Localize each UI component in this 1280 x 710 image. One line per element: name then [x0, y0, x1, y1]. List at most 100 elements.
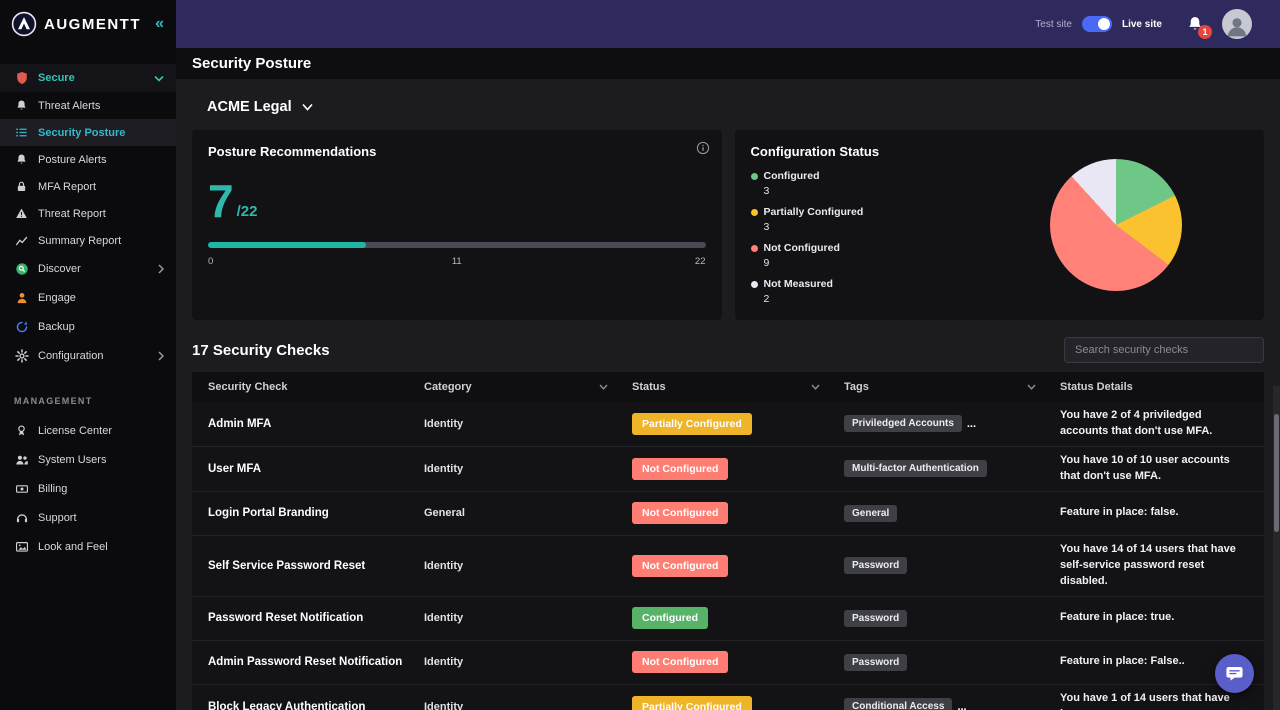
table-row[interactable]: Login Portal Branding General Not Config… [192, 492, 1264, 536]
security-check-tags-cell: Password [844, 610, 1060, 627]
info-icon[interactable] [696, 141, 710, 155]
column-header-category[interactable]: Category [424, 381, 632, 393]
sidebar-item-label: License Center [38, 425, 164, 437]
sidebar-item-discover[interactable]: Discover [0, 254, 176, 283]
scale-tick-max: 22 [695, 256, 706, 267]
discover-search-icon [14, 262, 29, 276]
sidebar-item-system-users[interactable]: System Users [0, 445, 176, 474]
sidebar-item-threat-report[interactable]: Threat Report [0, 200, 176, 227]
status-badge: Not Configured [632, 502, 728, 524]
security-check-tags-cell: Conditional Access ... [844, 698, 1060, 710]
security-check-status-cell: Not Configured [632, 458, 844, 480]
sidebar-item-label: System Users [38, 454, 164, 466]
security-check-status-cell: Partially Configured [632, 696, 844, 710]
status-details: You have 2 of 4 priviledged accounts tha… [1060, 402, 1252, 446]
sidebar-item-security-posture[interactable]: Security Posture [0, 119, 176, 146]
card-title: Posture Recommendations [208, 144, 706, 159]
sidebar-item-license-center[interactable]: License Center [0, 416, 176, 445]
sidebar-item-label: Threat Alerts [38, 100, 164, 112]
backup-refresh-icon [14, 320, 29, 334]
table-row[interactable]: Block Legacy Authentication Identity Par… [192, 685, 1264, 710]
sidebar-item-label: Discover [38, 263, 149, 275]
column-header-security-check: Security Check [208, 381, 424, 393]
status-badge: Not Configured [632, 458, 728, 480]
legend-label: Partially Configured [764, 206, 864, 218]
support-headset-icon [14, 511, 29, 525]
sidebar-item-backup[interactable]: Backup [0, 312, 176, 341]
posture-score: 7 [208, 181, 234, 222]
lock-icon [14, 180, 29, 193]
sidebar-item-label: Configuration [38, 350, 149, 362]
user-avatar[interactable] [1222, 9, 1252, 39]
legend-value: 2 [764, 293, 1249, 305]
table-row[interactable]: Self Service Password Reset Identity Not… [192, 536, 1264, 597]
bell-icon [14, 99, 29, 112]
site-mode-toggle[interactable] [1082, 16, 1112, 32]
sidebar-item-label: MFA Report [38, 181, 164, 193]
engage-person-icon [14, 291, 29, 305]
augmentt-logo-icon [11, 11, 37, 37]
search-input[interactable] [1064, 337, 1264, 363]
status-badge: Partially Configured [632, 696, 752, 710]
brand-header: AUGMENTT « [0, 0, 176, 48]
sidebar-item-secure[interactable]: Secure [0, 64, 176, 92]
config-pie-chart [1050, 159, 1182, 291]
security-check-tags-cell: Multi-factor Authentication [844, 460, 1060, 477]
sidebar-item-mfa-report[interactable]: MFA Report [0, 173, 176, 200]
sidebar-item-look-and-feel[interactable]: Look and Feel [0, 532, 176, 561]
security-checks-table: Security Check Category Status Tags Stat… [192, 372, 1264, 710]
sidebar-item-label: Billing [38, 483, 164, 495]
status-badge: Not Configured [632, 555, 728, 577]
column-label: Security Check [208, 381, 287, 393]
column-header-tags[interactable]: Tags [844, 381, 1060, 393]
legend-dot [751, 281, 758, 288]
security-check-name: User MFA [208, 463, 424, 475]
column-header-status[interactable]: Status [632, 381, 844, 393]
security-check-name: Login Portal Branding [208, 507, 424, 519]
billing-icon [14, 482, 29, 496]
sidebar-item-posture-alerts[interactable]: Posture Alerts [0, 146, 176, 173]
warning-triangle-icon [14, 207, 29, 220]
sidebar-item-label: Backup [38, 321, 164, 333]
legend-dot [751, 245, 758, 252]
bell-icon [14, 153, 29, 166]
tag-pill: Password [844, 610, 907, 627]
status-badge: Partially Configured [632, 413, 752, 435]
chat-widget-button[interactable] [1215, 654, 1254, 693]
company-selector[interactable]: ACME Legal [207, 99, 313, 115]
sidebar-item-configuration[interactable]: Configuration [0, 341, 176, 370]
page-title: Security Posture [192, 55, 311, 72]
scrollbar-thumb[interactable] [1274, 414, 1279, 532]
notification-count-badge: 1 [1198, 25, 1212, 39]
sidebar-item-support[interactable]: Support [0, 503, 176, 532]
sidebar-collapse-icon[interactable]: « [155, 15, 166, 33]
legend-label: Not Measured [764, 278, 833, 290]
notifications-button[interactable]: 1 [1186, 15, 1204, 33]
chevron-right-icon [158, 351, 164, 361]
posture-progress-fill [208, 242, 366, 248]
tag-pill: Conditional Access [844, 698, 952, 710]
legend-item-not-measured: Not Measured 2 [751, 278, 1249, 305]
tag-pill: General [844, 505, 897, 522]
license-ribbon-icon [14, 424, 29, 437]
status-details: Feature in place: true. [1060, 604, 1252, 632]
column-label: Tags [844, 381, 869, 393]
chevron-down-icon [154, 75, 164, 82]
sidebar-item-billing[interactable]: Billing [0, 474, 176, 503]
security-check-category: Identity [424, 701, 632, 710]
vertical-scrollbar[interactable] [1273, 386, 1280, 710]
sidebar: AUGMENTT « Secure Threat Alerts [0, 0, 176, 710]
sidebar-item-threat-alerts[interactable]: Threat Alerts [0, 92, 176, 119]
sidebar-item-engage[interactable]: Engage [0, 283, 176, 312]
legend-dot [751, 209, 758, 216]
table-row[interactable]: Admin MFA Identity Partially Configured … [192, 402, 1264, 447]
table-header-row: Security Check Category Status Tags Stat… [192, 372, 1264, 402]
topbar: Test site Live site 1 [176, 0, 1280, 48]
table-row[interactable]: Password Reset Notification Identity Con… [192, 597, 1264, 641]
security-check-name: Admin MFA [208, 418, 424, 430]
table-row[interactable]: User MFA Identity Not Configured Multi-f… [192, 447, 1264, 492]
sidebar-item-label: Support [38, 512, 164, 524]
status-badge: Not Configured [632, 651, 728, 673]
table-row[interactable]: Admin Password Reset Notification Identi… [192, 641, 1264, 685]
sidebar-item-summary-report[interactable]: Summary Report [0, 227, 176, 254]
